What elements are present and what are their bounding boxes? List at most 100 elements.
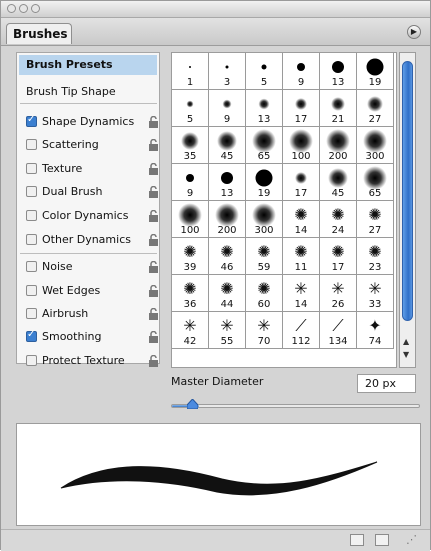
brush-preset-cell[interactable]: ✺ 11 [283,238,320,275]
brush-preset-cell[interactable]: 100 [172,201,209,238]
checkbox[interactable] [26,186,37,197]
lock-icon[interactable] [148,260,160,273]
brush-preset-cell[interactable]: 65 [246,127,283,164]
tab-brushes[interactable]: Brushes [6,23,72,44]
lock-icon[interactable] [148,284,160,297]
brush-preset-cell[interactable]: 17 [283,90,320,127]
brush-preset-cell[interactable]: 1 [172,53,209,90]
option-row-scattering[interactable]: Scattering [26,137,158,155]
brush-preset-cell[interactable]: ✳ 26 [320,275,357,312]
brush-preset-cell[interactable]: ✺ 60 [246,275,283,312]
checkbox[interactable] [26,114,37,127]
brush-preset-cell[interactable]: 300 [357,127,394,164]
brush-preset-cell[interactable]: ✳ 14 [283,275,320,312]
brush-preset-cell[interactable]: ✺ 44 [209,275,246,312]
scroll-down-arrow-icon[interactable]: ▼ [403,350,409,359]
option-row-color-dynamics[interactable]: Color Dynamics [26,208,158,226]
brush-preset-cell[interactable]: 45 [209,127,246,164]
lock-icon[interactable] [148,354,160,367]
brush-preset-cell[interactable]: 9 [172,164,209,201]
brush-preset-cell[interactable]: 45 [320,164,357,201]
brush-preset-cell[interactable]: 17 [283,164,320,201]
grid-scrollbar[interactable]: ▲ ▼ [399,52,416,368]
brush-preset-cell[interactable]: 13 [320,53,357,90]
brush-preset-cell[interactable]: ✺ 46 [209,238,246,275]
new-brush-icon[interactable] [350,534,364,546]
brush-preset-cell[interactable]: 27 [357,90,394,127]
brush-preset-cell[interactable]: 5 [172,90,209,127]
hard-brush-tip [189,66,191,69]
option-row-texture[interactable]: Texture [26,161,158,179]
lock-icon[interactable] [148,162,160,175]
checkbox[interactable] [26,139,37,150]
checkbox[interactable] [26,308,37,319]
brush-preset-cell[interactable]: ✺ 24 [320,201,357,238]
brush-preset-cell[interactable]: 19 [357,53,394,90]
lock-icon[interactable] [148,307,160,320]
slider-knob[interactable] [187,399,198,409]
lock-icon[interactable] [148,209,160,222]
lock-icon[interactable] [148,330,160,343]
lock-icon[interactable] [148,115,160,128]
lock-icon[interactable] [148,185,160,198]
close-window-button[interactable] [7,4,16,13]
checkbox[interactable] [26,355,37,366]
resize-grip-icon[interactable]: ⋰ [406,533,417,546]
panel-menu-icon[interactable]: ▶ [407,25,421,39]
brush-preset-cell[interactable]: ✺ 14 [283,201,320,238]
brush-preset-cell[interactable]: 9 [283,53,320,90]
option-row-other-dynamics[interactable]: Other Dynamics [26,232,158,250]
brush-preset-cell[interactable]: 200 [320,127,357,164]
master-diameter-input[interactable]: 20 px [357,374,416,393]
option-row-airbrush[interactable]: Airbrush [26,306,158,324]
brush-preset-cell[interactable]: 3 [209,53,246,90]
brush-preset-cell[interactable]: 300 [246,201,283,238]
lock-icon[interactable] [148,138,160,151]
brush-preset-cell[interactable]: 9 [209,90,246,127]
brush-preset-cell[interactable]: ✳ 42 [172,312,209,349]
brush-preset-cell[interactable]: ✳ 33 [357,275,394,312]
lock-icon[interactable] [148,233,160,246]
brush-preset-cell[interactable]: ⟋ 112 [283,312,320,349]
brush-preset-cell[interactable]: 65 [357,164,394,201]
brush-tip-shape-item[interactable]: Brush Tip Shape [26,85,116,98]
brush-preset-cell[interactable]: ⟋ 134 [320,312,357,349]
brush-preset-cell[interactable]: ✺ 36 [172,275,209,312]
option-row-smoothing[interactable]: Smoothing [26,329,158,347]
zoom-window-button[interactable] [31,4,40,13]
checkbox[interactable] [26,210,37,221]
option-row-protect-texture[interactable]: Protect Texture [26,353,158,371]
minimize-window-button[interactable] [19,4,28,13]
brush-preset-cell[interactable]: ✦ 74 [357,312,394,349]
brush-preset-cell[interactable]: ✺ 59 [246,238,283,275]
brush-presets-item[interactable]: Brush Presets [19,55,157,75]
option-label: Texture [42,162,83,175]
checkbox[interactable] [26,163,37,174]
brush-preset-cell[interactable]: 19 [246,164,283,201]
brush-preset-cell[interactable]: 5 [246,53,283,90]
option-row-noise[interactable]: Noise [26,259,158,277]
brush-preset-cell[interactable]: 13 [209,164,246,201]
master-diameter-slider[interactable] [171,404,420,408]
checkbox[interactable] [26,261,37,272]
trash-icon[interactable] [375,534,389,546]
checkbox[interactable] [26,285,37,296]
brush-preset-cell[interactable]: ✺ 39 [172,238,209,275]
brush-preset-cell[interactable]: ✳ 70 [246,312,283,349]
scrollbar-thumb[interactable] [402,61,413,321]
option-row-wet-edges[interactable]: Wet Edges [26,283,158,301]
option-row-dual-brush[interactable]: Dual Brush [26,184,158,202]
brush-preset-cell[interactable]: 100 [283,127,320,164]
brush-preset-cell[interactable]: ✳ 55 [209,312,246,349]
brush-preset-cell[interactable]: 13 [246,90,283,127]
brush-preset-cell[interactable]: 21 [320,90,357,127]
brush-preset-cell[interactable]: 200 [209,201,246,238]
brush-preset-cell[interactable]: ✺ 23 [357,238,394,275]
option-row-shape-dynamics[interactable]: Shape Dynamics [26,114,158,132]
scroll-up-arrow-icon[interactable]: ▲ [403,337,409,346]
brush-preset-cell[interactable]: ✺ 27 [357,201,394,238]
checkbox[interactable] [26,234,37,245]
brush-preset-cell[interactable]: ✺ 17 [320,238,357,275]
checkbox[interactable] [26,329,37,342]
brush-preset-cell[interactable]: 35 [172,127,209,164]
